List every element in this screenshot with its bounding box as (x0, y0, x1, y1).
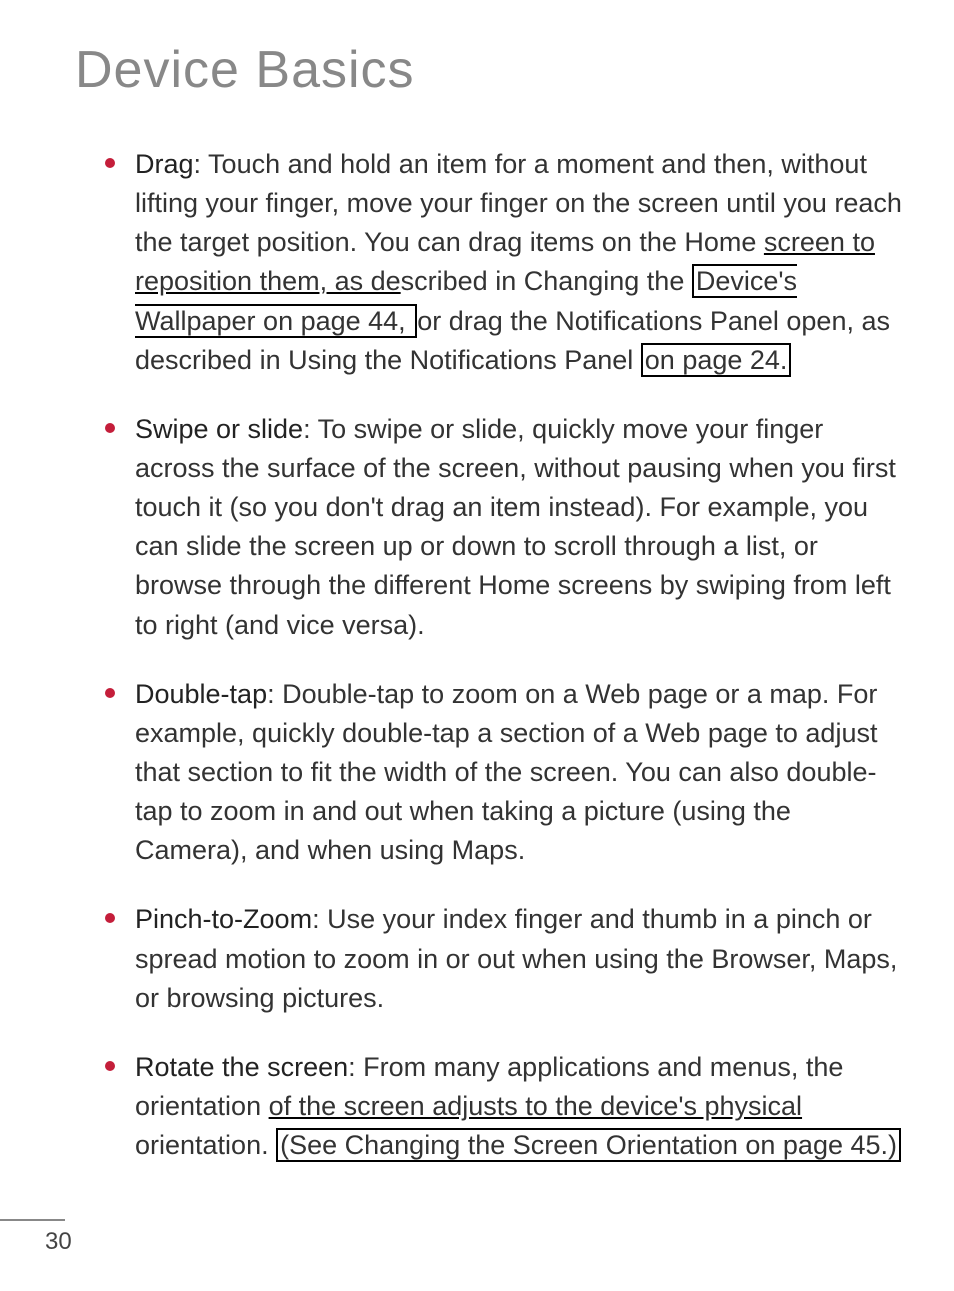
link-notifications[interactable]: on page 24. (641, 343, 792, 377)
page-marker (0, 1219, 65, 1221)
bullet-swipe: Swipe or slide: To swipe or slide, quick… (105, 410, 904, 645)
swipe-text: : To swipe or slide, quickly move your f… (135, 414, 896, 640)
term-drag: Drag (135, 149, 194, 179)
link-orientation[interactable]: (See Changing the Screen Orientation on … (276, 1128, 901, 1162)
bullet-pinch: Pinch-to-Zoom: Use your index finger and… (105, 900, 904, 1017)
page-number: 30 (45, 1228, 72, 1256)
drag-text-2: scribed in Changing the (401, 266, 692, 296)
bullet-rotate: Rotate the screen: From many application… (105, 1048, 904, 1165)
bullet-drag: Drag: Touch and hold an item for a momen… (105, 145, 904, 380)
term-pinch: Pinch-to-Zoom (135, 904, 312, 934)
term-rotate: Rotate the screen (135, 1052, 348, 1082)
bullet-doubletap: Double-tap: Double-tap to zoom on a Web … (105, 675, 904, 871)
bullet-list: Drag: Touch and hold an item for a momen… (105, 145, 904, 1165)
page-title: Device Basics (75, 40, 904, 100)
rotate-text-2: orientation. (135, 1130, 276, 1160)
term-doubletap: Double-tap (135, 679, 267, 709)
rotate-underline: of the screen adjusts to the device's ph… (269, 1091, 802, 1121)
term-swipe: Swipe or slide (135, 414, 303, 444)
